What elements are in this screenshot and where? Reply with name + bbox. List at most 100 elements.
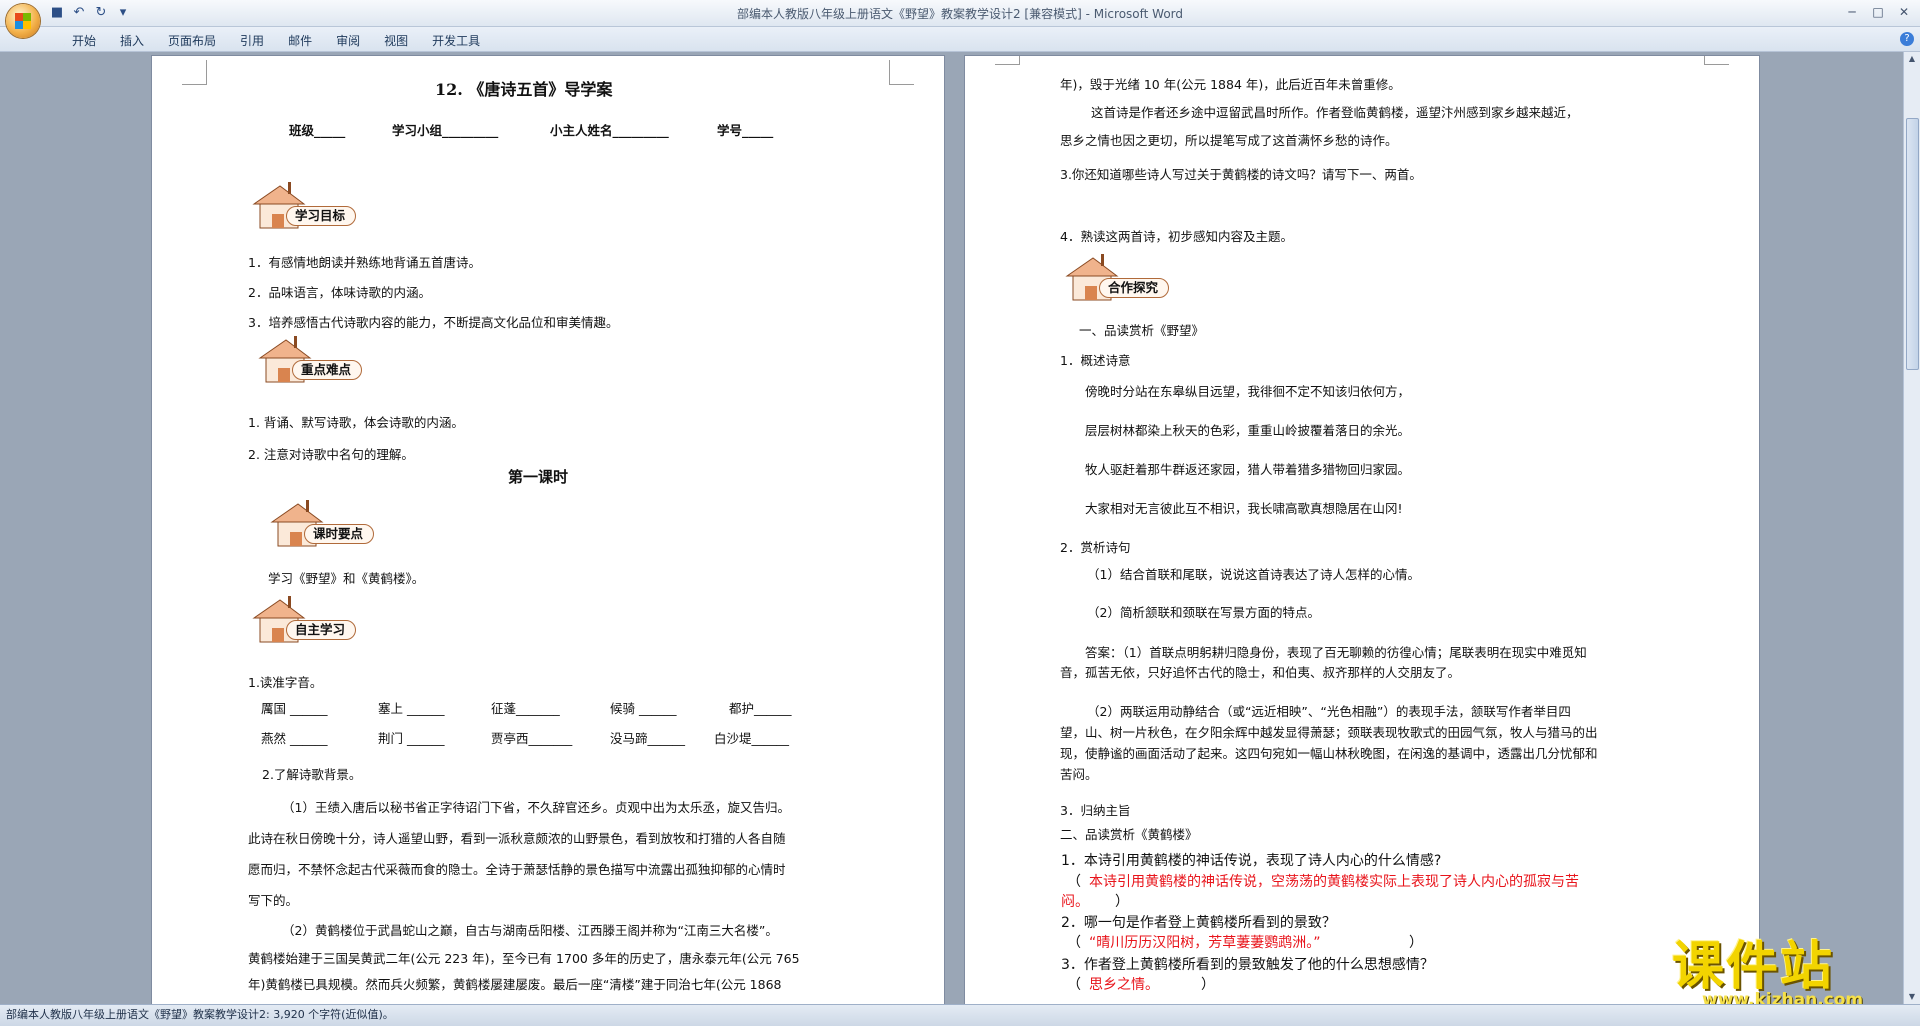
- background-paragraph-line: 此诗在秋日傍晚十分，诗人遥望山野，看到一派秋意颇浓的山野景色，看到放牧和打猎的人…: [248, 831, 786, 846]
- document-page-left[interactable]: 12. 《唐诗五首》导学案 班级_____ 学习小组_________ 小主人姓…: [152, 56, 944, 1004]
- answer-bracket: ）: [1409, 935, 1423, 951]
- answer-line: 苦闷。: [1060, 767, 1098, 782]
- answer-line: （2）两联运用动静结合（或“远近相映”、“光色相融”）的表现手法，颔联写作者举目…: [1087, 704, 1571, 719]
- tab-list: 开始 插入 页面布局 引用 邮件 审阅 视图 开发工具: [60, 30, 492, 51]
- header-field-number: 学号_____: [717, 123, 774, 138]
- paragraph-line: 思乡之情也因之更切，所以提笔写成了这首满怀乡愁的诗作。: [1060, 133, 1398, 148]
- huanghelou-question: 2．哪一句是作者登上黄鹤楼所看到的景致？: [1061, 915, 1336, 931]
- section-badge-self: 自主学习: [250, 596, 368, 646]
- background-paragraph-line: 黄鹤楼始建于三国吴黄武二年(公元 223 年)，至今已有 1700 多年的历史了…: [248, 951, 800, 966]
- read-item: 荆门 ______: [378, 731, 445, 746]
- status-text: 部编本人教版八年级上册语文《野望》教案教学设计2: 3,920 个字符(近似值)…: [6, 1008, 394, 1021]
- scroll-up-icon[interactable]: ▲: [1904, 52, 1920, 66]
- help-icon[interactable]: ?: [1900, 32, 1914, 46]
- read-item: 燕然 ______: [261, 731, 328, 746]
- background-paragraph-line: （2）黄鹤楼位于武昌蛇山之巅，自古与湖南岳阳楼、江西滕王阁并称为“江南三大名楼”…: [282, 923, 778, 938]
- goal-item: 2．品味语言，体味诗歌的内涵。: [248, 285, 431, 300]
- office-button[interactable]: [6, 4, 40, 38]
- close-icon[interactable]: ✕: [1892, 2, 1916, 22]
- minimize-icon[interactable]: ─: [1840, 2, 1864, 22]
- answer-line: 音，孤苦无依，只好追怀古代的隐士，和伯夷、叔齐那样的人交朋友了。: [1060, 665, 1461, 680]
- crop-mark: [1704, 56, 1729, 65]
- tab-5[interactable]: 审阅: [324, 30, 372, 51]
- background-paragraph-line: 年)黄鹤楼已具规模。然而兵火频繁，黄鹤楼屡建屡废。最后一座“清楼”建于同治七年(…: [248, 977, 782, 992]
- header-field-name: 小主人姓名_________: [550, 123, 669, 138]
- question-4: 4．熟读这两首诗，初步感知内容及主题。: [1060, 229, 1293, 244]
- crop-mark: [182, 60, 207, 85]
- answer-line: 现，使静谧的画面活动了起来。这四句宛如一幅山林秋晚图，在闲逸的基调中，透露出几分…: [1060, 746, 1598, 761]
- section-heading: 二、品读赏析《黄鹤楼》: [1060, 827, 1198, 842]
- tab-2[interactable]: 页面布局: [156, 30, 228, 51]
- background-title: 2.了解诗歌背景。: [262, 767, 362, 782]
- background-paragraph-line: （1）王绩入唐后以秘书省正字待诏门下省，不久辞官还乡。贞观中出为太乐丞，旋又告归…: [282, 800, 790, 815]
- tab-6[interactable]: 视图: [372, 30, 420, 51]
- vertical-scrollbar[interactable]: ▲ ▼: [1903, 52, 1920, 1004]
- ribbon-tabs: 开始 插入 页面布局 引用 邮件 审阅 视图 开发工具 ?: [0, 27, 1920, 52]
- background-paragraph-line: 愿而归，不禁怀念起古代采薇而食的隐士。全诗于萧瑟恬静的景色描写中流露出孤独抑郁的…: [248, 862, 786, 877]
- badge-label: 重点难点: [292, 360, 363, 380]
- huanghelou-question: 3．作者登上黄鹤楼所看到的景致触发了他的什么思想感情？: [1061, 957, 1434, 973]
- document-page-right[interactable]: 年)，毁于光绪 10 年(公元 1884 年)，此后近百年未曾重修。 这首诗是作…: [965, 56, 1759, 1004]
- question-3: 3.你还知道哪些诗人写过关于黄鹤楼的诗文吗？请写下一、两首。: [1060, 167, 1422, 182]
- paragraph-line: 这首诗是作者还乡途中逗留武昌时所作。作者登临黄鹤楼，遥望汴州感到家乡越来越近，: [1091, 105, 1579, 120]
- badge-label: 课时要点: [304, 524, 375, 544]
- crop-mark: [889, 60, 914, 85]
- header-field-class: 班级_____: [289, 123, 346, 138]
- answer-text-red: 本诗引用黄鹤楼的神话传说，空荡荡的黄鹤楼实际上表现了诗人内心的孤寂与苦: [1089, 874, 1579, 890]
- sub-heading: 3．归纳主旨: [1060, 803, 1131, 818]
- section-badge-lesson: 课时要点: [268, 500, 386, 550]
- answer-bracket: （: [1067, 977, 1081, 993]
- window-controls: ─ □ ✕: [1840, 2, 1916, 22]
- section-heading: 一、品读赏析《野望》: [1079, 323, 1205, 338]
- answer-bracket: （: [1067, 874, 1081, 890]
- read-item: 候骑 ______: [610, 701, 677, 716]
- translation-line: 层层树林都染上秋天的色彩，重重山岭披覆着落日的余光。: [1085, 423, 1411, 438]
- answer-bracket: ）: [1115, 894, 1129, 910]
- read-item: 白沙堤______: [714, 731, 790, 746]
- analysis-question: （1）结合首联和尾联，说说这首诗表达了诗人怎样的心情。: [1087, 567, 1420, 582]
- status-bar: 部编本人教版八年级上册语文《野望》教案教学设计2: 3,920 个字符(近似值)…: [0, 1004, 1920, 1026]
- answer-text-red: “晴川历历汉阳树，芳草萋萋鹦鹉洲。”: [1089, 935, 1321, 951]
- answer-line: 望，山、树一片秋色，在夕阳余辉中越发显得萧瑟；颈联表现牧歌式的田园气氛，牧人与猎…: [1060, 725, 1598, 740]
- read-item: 都护______: [729, 701, 792, 716]
- badge-label: 自主学习: [286, 620, 357, 640]
- maximize-icon[interactable]: □: [1866, 2, 1890, 22]
- header-field-group: 学习小组_________: [392, 123, 499, 138]
- sub-heading: 2．赏析诗句: [1060, 540, 1131, 555]
- background-paragraph-line: 写下的。: [248, 893, 299, 908]
- goal-item: 1．有感情地朗读并熟练地背诵五首唐诗。: [248, 255, 481, 270]
- read-item: 没马蹄______: [610, 731, 686, 746]
- read-title: 1.读准字音。: [248, 675, 323, 690]
- section-badge-goals: 学习目标: [250, 182, 368, 232]
- key-point-item: 1. 背诵、默写诗歌，体会诗歌的内涵。: [248, 415, 464, 430]
- answer-bracket: （: [1067, 935, 1081, 951]
- sub-heading: 1．概述诗意: [1060, 353, 1131, 368]
- window-title: 部编本人教版八年级上册语文《野望》教案教学设计2 [兼容模式] - Micros…: [736, 7, 1184, 21]
- read-item: 厲国 ______: [261, 701, 328, 716]
- crop-mark: [995, 56, 1020, 65]
- page-title: 12. 《唐诗五首》导学案: [435, 80, 613, 99]
- tab-3[interactable]: 引用: [228, 30, 276, 51]
- paragraph-line: 年)，毁于光绪 10 年(公元 1884 年)，此后近百年未曾重修。: [1060, 77, 1401, 92]
- tab-1[interactable]: 插入: [108, 30, 156, 51]
- tab-4[interactable]: 邮件: [276, 30, 324, 51]
- translation-line: 大家相对无言彼此互不相识，我长啸高歌真想隐居在山冈!: [1085, 501, 1403, 516]
- scroll-down-icon[interactable]: ▼: [1904, 990, 1920, 1004]
- translation-line: 傍晚时分站在东皋纵目远望，我徘徊不定不知该归依何方，: [1085, 384, 1411, 399]
- office-logo-icon: [15, 13, 31, 29]
- read-item: 塞上 ______: [378, 701, 445, 716]
- huanghelou-question: 1．本诗引用黄鹤楼的神话传说，表现了诗人内心的什么情感?: [1061, 853, 1442, 869]
- badge-label: 合作探究: [1099, 278, 1170, 298]
- answer-text-red: 闷。: [1061, 894, 1089, 910]
- scrollbar-thumb[interactable]: [1906, 118, 1919, 370]
- read-item: 贾亭西_______: [491, 731, 573, 746]
- analysis-question: （2）简析颔联和颈联在写景方面的特点。: [1087, 605, 1320, 620]
- answer-bracket: ）: [1201, 977, 1215, 993]
- answer-line: 答案：（1）首联点明躬耕归隐身份，表现了百无聊赖的彷徨心情；尾联表明在现实中难觅…: [1085, 645, 1587, 660]
- tab-0[interactable]: 开始: [60, 30, 108, 51]
- translation-line: 牧人驱赶着那牛群返还家园，猎人带着猎多猎物回归家园。: [1085, 462, 1411, 477]
- tab-7[interactable]: 开发工具: [420, 30, 492, 51]
- goal-item: 3．培养感悟古代诗歌内容的能力，不断提高文化品位和审美情趣。: [248, 315, 619, 330]
- badge-label: 学习目标: [286, 206, 357, 226]
- lesson-title: 第一课时: [508, 468, 569, 486]
